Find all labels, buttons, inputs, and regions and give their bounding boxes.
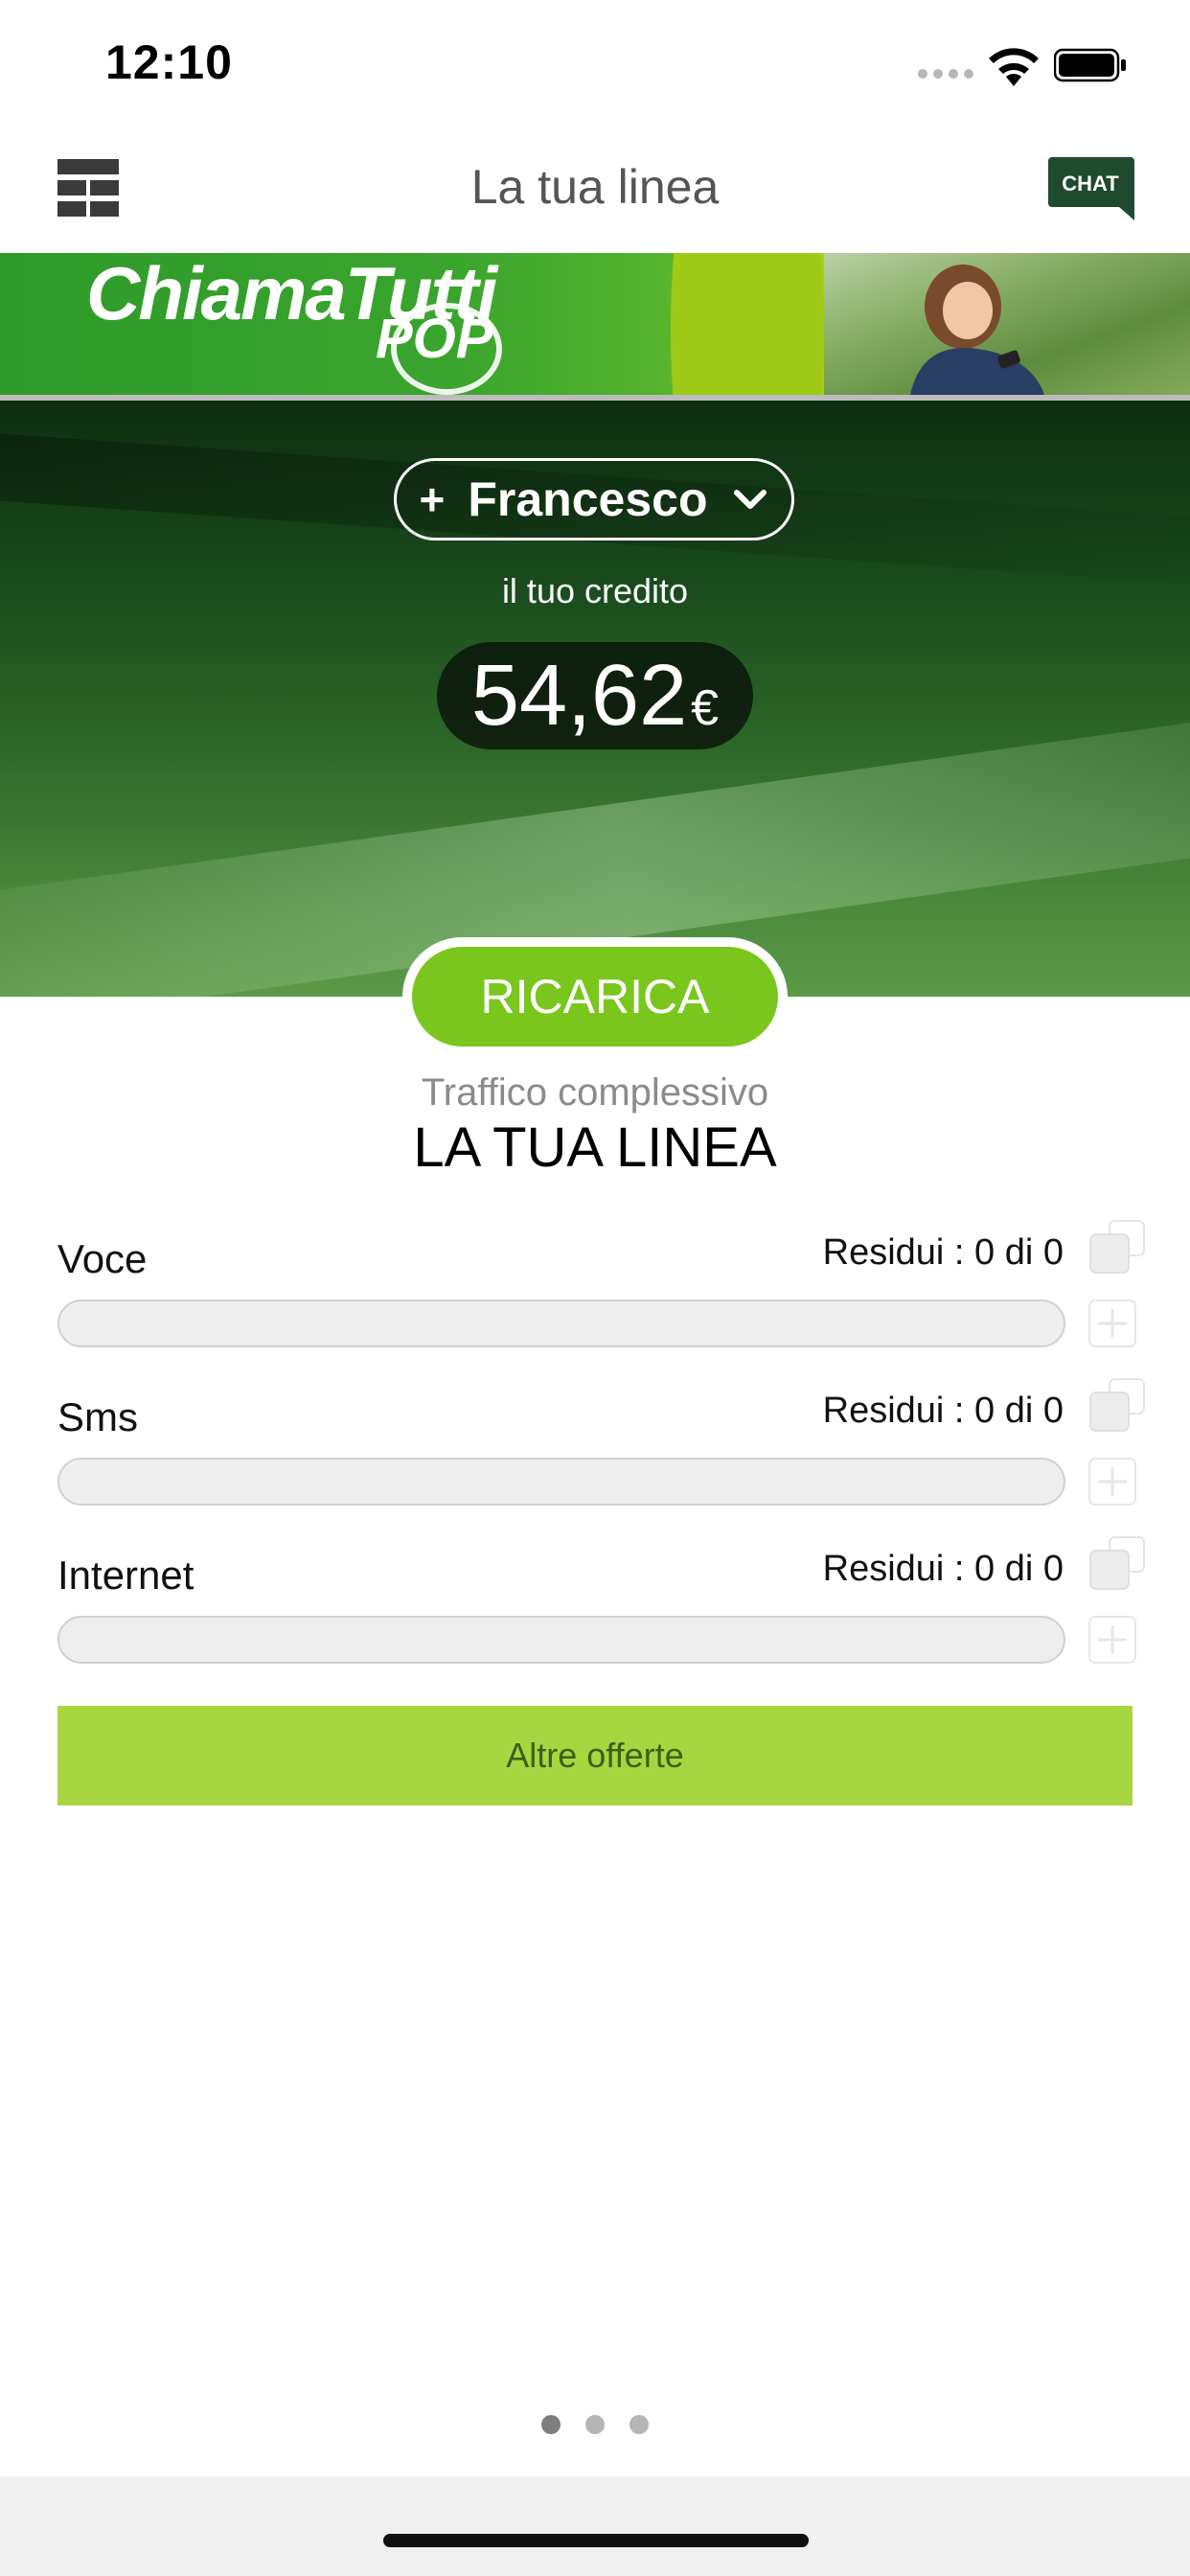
page-indicator[interactable] [0, 2415, 1190, 2434]
usage-label-internet: Internet [57, 1552, 195, 1598]
account-selector[interactable]: + Francesco [394, 458, 794, 540]
account-name: Francesco [468, 472, 708, 526]
copy-icon[interactable] [1088, 1219, 1146, 1276]
battery-icon [1054, 48, 1126, 82]
usage-residual-internet: Residui : 0 di 0 [822, 1549, 1064, 1589]
home-indicator[interactable] [383, 2534, 809, 2547]
page-title: La tua linea [470, 160, 720, 214]
chat-icon: CHAT [1048, 157, 1134, 220]
credit-label: il tuo credito [501, 571, 689, 610]
chat-button[interactable]: CHAT [1048, 157, 1134, 220]
plus-icon: + [419, 474, 446, 524]
woman-illustration [910, 264, 1044, 395]
altre-offerte-button[interactable]: Altre offerte [57, 1706, 1133, 1806]
bottom-bar [0, 2476, 1190, 2576]
promo-banner[interactable]: ChiamaTutti POP [0, 253, 1190, 395]
traffic-title: LA TUA LINEA [413, 1116, 777, 1179]
chat-label: CHAT [1062, 172, 1119, 196]
wifi-icon [989, 48, 1039, 86]
usage-bar-internet [57, 1616, 1065, 1664]
traffic-subtitle: Traffico complessivo [421, 1071, 769, 1114]
usage-residual-sms: Residui : 0 di 0 [822, 1391, 1064, 1431]
page-dot-1[interactable] [541, 2415, 561, 2434]
page-dot-3[interactable] [629, 2415, 649, 2434]
page-dot-2[interactable] [585, 2415, 605, 2434]
credit-badge: 54,62 € [437, 642, 753, 749]
cellular-signal-icon [918, 69, 973, 79]
add-icon[interactable] [1088, 1300, 1136, 1347]
usage-bar-voce [57, 1300, 1065, 1347]
status-time: 12:10 [105, 35, 233, 89]
usage-label-voce: Voce [57, 1236, 148, 1281]
usage-bar-sms [57, 1458, 1065, 1506]
usage-label-sms: Sms [57, 1394, 138, 1439]
credit-amount: 54,62 [470, 648, 688, 744]
credit-currency: € [691, 680, 720, 736]
banner-logo-sub: POP [376, 308, 493, 370]
chevron-down-icon [733, 490, 767, 509]
ricarica-button[interactable]: RICARICA [412, 947, 778, 1046]
add-icon[interactable] [1088, 1458, 1136, 1506]
usage-residual-voce: Residui : 0 di 0 [822, 1232, 1064, 1273]
copy-icon[interactable] [1088, 1535, 1146, 1593]
copy-icon[interactable] [1088, 1377, 1146, 1435]
add-icon[interactable] [1088, 1616, 1136, 1664]
